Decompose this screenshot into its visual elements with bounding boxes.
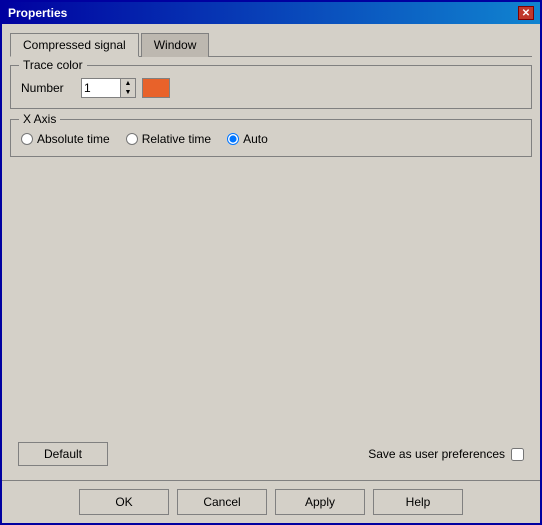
save-pref-label: Save as user preferences <box>368 447 505 461</box>
window-title: Properties <box>8 6 67 20</box>
radio-absolute-label: Absolute time <box>37 132 110 146</box>
trace-color-group: Trace color Number ▲ ▼ <box>10 65 532 109</box>
tab-window[interactable]: Window <box>141 33 210 57</box>
spinner-buttons: ▲ ▼ <box>121 78 136 98</box>
trace-color-row: Number ▲ ▼ <box>21 78 521 98</box>
properties-dialog: Properties ✕ Compressed signal Window Tr… <box>0 0 542 525</box>
bottom-row: Default Save as user preferences <box>10 436 532 472</box>
ok-button[interactable]: OK <box>79 489 169 515</box>
radio-auto[interactable]: Auto <box>227 132 268 146</box>
radio-auto-label: Auto <box>243 132 268 146</box>
save-preferences-row: Save as user preferences <box>368 447 524 461</box>
x-axis-group: X Axis Absolute time Relative time Auto <box>10 119 532 157</box>
default-button[interactable]: Default <box>18 442 108 466</box>
radio-relative-time[interactable]: Relative time <box>126 132 211 146</box>
trace-color-label: Trace color <box>19 58 87 72</box>
title-bar: Properties ✕ <box>2 2 540 24</box>
close-button[interactable]: ✕ <box>518 6 534 20</box>
number-input[interactable] <box>81 78 121 98</box>
color-swatch[interactable] <box>142 78 170 98</box>
number-spinner: ▲ ▼ <box>81 78 136 98</box>
spinner-up-button[interactable]: ▲ <box>121 79 135 88</box>
radio-absolute-time[interactable]: Absolute time <box>21 132 110 146</box>
radio-absolute-input[interactable] <box>21 133 33 145</box>
x-axis-label: X Axis <box>19 112 60 126</box>
help-button[interactable]: Help <box>373 489 463 515</box>
radio-relative-label: Relative time <box>142 132 211 146</box>
tab-compressed-signal[interactable]: Compressed signal <box>10 33 139 57</box>
cancel-button[interactable]: Cancel <box>177 489 267 515</box>
radio-group: Absolute time Relative time Auto <box>21 132 521 146</box>
dialog-content: Compressed signal Window Trace color Num… <box>2 24 540 480</box>
spacer <box>10 167 532 436</box>
button-bar: OK Cancel Apply Help <box>2 480 540 523</box>
number-label: Number <box>21 81 81 95</box>
tab-bar: Compressed signal Window <box>10 32 532 57</box>
panel-area: Trace color Number ▲ ▼ X Axis <box>10 65 532 472</box>
save-pref-checkbox[interactable] <box>511 448 524 461</box>
radio-relative-input[interactable] <box>126 133 138 145</box>
radio-auto-input[interactable] <box>227 133 239 145</box>
spinner-down-button[interactable]: ▼ <box>121 88 135 97</box>
apply-button[interactable]: Apply <box>275 489 365 515</box>
